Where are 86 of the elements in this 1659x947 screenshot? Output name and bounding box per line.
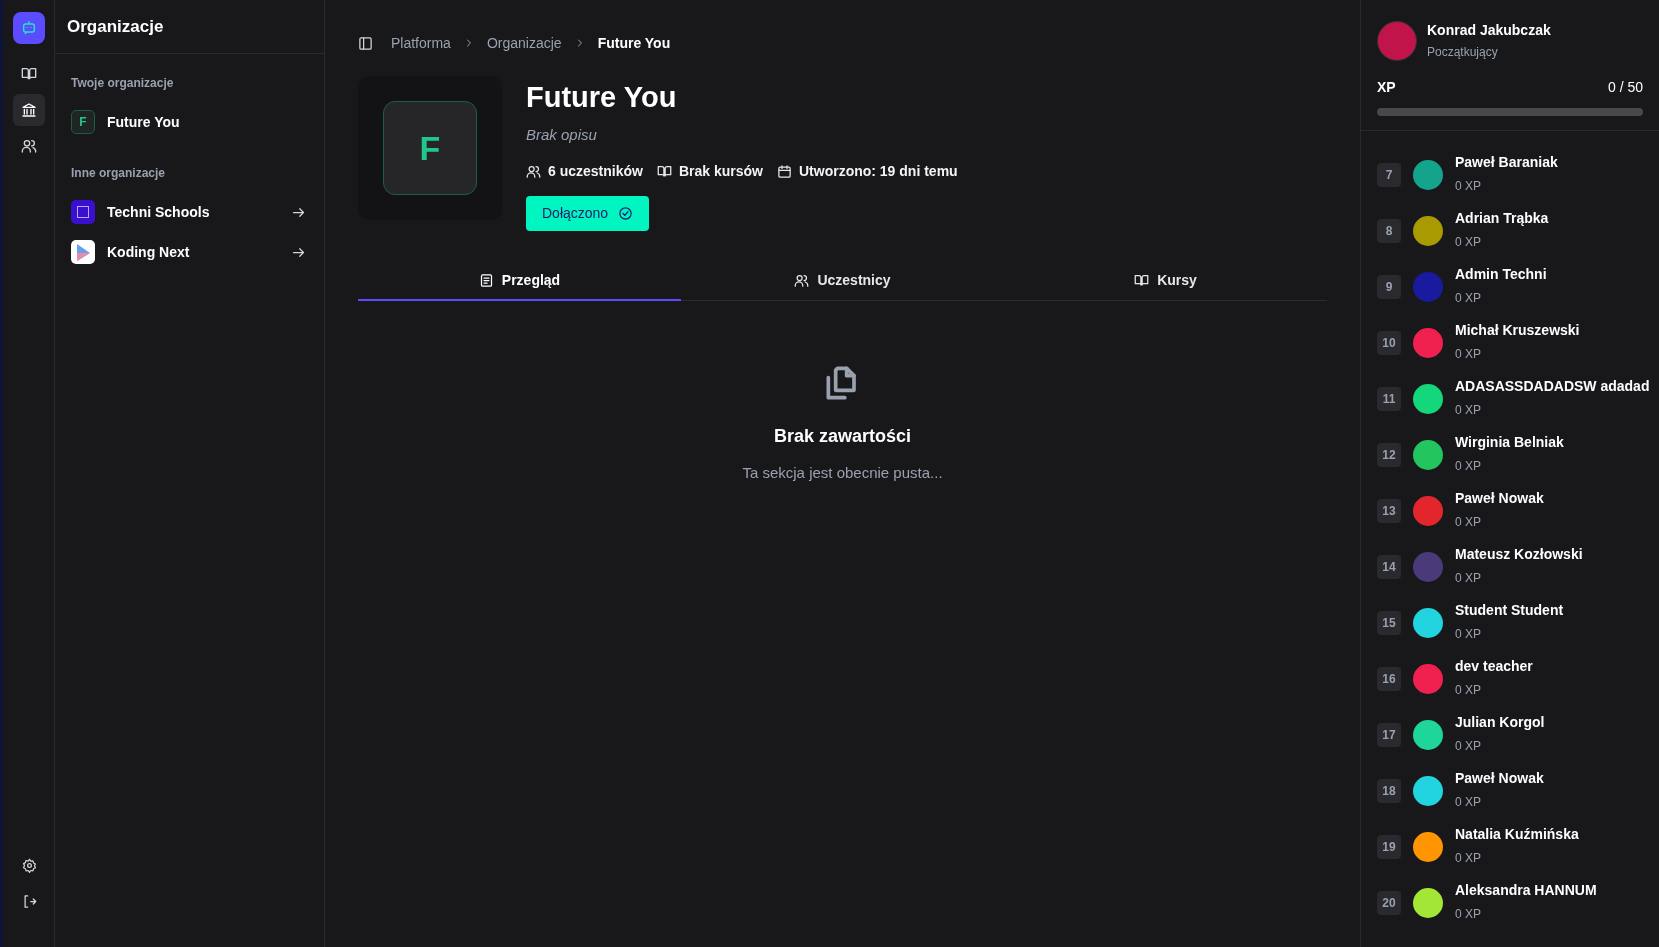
user-xp: 0 XP xyxy=(1455,177,1482,195)
calendar-icon xyxy=(776,163,792,179)
organization-stat: Utworzono: 19 dni temu xyxy=(798,161,958,181)
user-xp: 0 XP xyxy=(1455,457,1482,475)
user-name: Julian Korgol xyxy=(1455,712,1545,732)
rank-badge: 13 xyxy=(1377,499,1401,523)
logout-icon xyxy=(21,893,37,909)
user-name: Adrian Trąbka xyxy=(1455,208,1549,228)
user-xp: 0 XP xyxy=(1455,681,1482,699)
rank-badge: 10 xyxy=(1377,331,1401,355)
organization-item[interactable]: Koding Next xyxy=(71,232,308,272)
organization-description: Brak opisu xyxy=(526,125,598,145)
user-name: Aleksandra HANNUM xyxy=(1455,880,1597,900)
user-name: Konrad Jakubczak xyxy=(1427,21,1551,40)
rank-badge: 20 xyxy=(1377,891,1401,915)
rank-badge: 11 xyxy=(1377,387,1401,411)
rank-badge: 17 xyxy=(1377,723,1401,747)
empty-state-text: Ta sekcja jest obecnie pusta... xyxy=(742,462,943,483)
section-label: Inne organizacje xyxy=(71,165,167,182)
breadcrumb-link[interactable]: Platforma xyxy=(391,32,451,54)
empty-state-title: Brak zawartości xyxy=(773,424,912,448)
check-circle-icon xyxy=(618,205,634,221)
user-xp: 0 XP xyxy=(1455,345,1482,363)
breadcrumb-link[interactable]: Future You xyxy=(597,32,671,54)
nav-button[interactable] xyxy=(13,94,45,126)
tab[interactable]: Przegląd xyxy=(358,262,681,301)
rank-badge: 7 xyxy=(1377,163,1401,187)
user-name: Mateusz Kozłowski xyxy=(1455,544,1583,564)
user-xp: 0 XP xyxy=(1455,513,1482,531)
sidebar-toggle-icon xyxy=(358,35,373,51)
user-name: Student Student xyxy=(1455,600,1564,620)
user-xp: 0 XP xyxy=(1455,569,1482,587)
sidebar-title: Organizacje xyxy=(67,15,164,38)
rank-badge: 9 xyxy=(1377,275,1401,299)
user-xp: 0 XP xyxy=(1455,905,1482,923)
organization-item[interactable]: F Future You xyxy=(71,102,308,142)
rank-badge: 18 xyxy=(1377,779,1401,803)
user-name: ADASASSDADADSW adadad xyxy=(1455,376,1650,396)
xp-value: 0 / 50 xyxy=(1607,78,1643,97)
user-xp: 0 XP xyxy=(1455,849,1482,867)
organization-logo: F xyxy=(71,110,95,134)
document-icon xyxy=(478,273,494,288)
organization-logo xyxy=(71,240,95,264)
rank-badge: 16 xyxy=(1377,667,1401,691)
tab[interactable]: Uczestnicy xyxy=(681,262,1004,301)
user-name: Michał Kruszewski xyxy=(1455,320,1580,340)
organization-logo: F xyxy=(383,101,477,195)
tab[interactable]: Kursy xyxy=(1004,262,1327,301)
settings-icon xyxy=(21,857,37,873)
app-logo[interactable] xyxy=(13,12,45,44)
joined-button[interactable]: Dołączono xyxy=(526,195,650,231)
rank-badge: 14 xyxy=(1377,555,1401,579)
user-xp: 0 XP xyxy=(1455,233,1482,251)
organization-name: Future You xyxy=(526,80,678,115)
user-name: Paweł Nowak xyxy=(1455,488,1544,508)
robot-icon xyxy=(21,20,37,36)
user-xp: 0 XP xyxy=(1455,289,1482,307)
users-icon xyxy=(526,163,541,179)
user-xp: 0 XP xyxy=(1455,625,1482,643)
rank-badge: 8 xyxy=(1377,219,1401,243)
organization-stat: 6 uczestników xyxy=(548,161,643,181)
book-icon xyxy=(656,163,672,179)
user-name: Admin Techni xyxy=(1455,264,1547,284)
organization-logo xyxy=(71,200,95,224)
section-label: Twoje organizacje xyxy=(71,75,175,92)
bank-icon xyxy=(21,102,37,118)
user-name: Paweł Nowak xyxy=(1455,768,1544,788)
users-icon xyxy=(794,273,810,288)
users-icon xyxy=(21,138,37,154)
rank-badge: 19 xyxy=(1377,835,1401,859)
organization-item[interactable]: Techni Schools xyxy=(71,192,308,232)
xp-label: XP xyxy=(1377,78,1396,97)
user-xp: 0 XP xyxy=(1455,401,1482,419)
rank-badge: 15 xyxy=(1377,611,1401,635)
book-icon xyxy=(21,66,37,82)
user-xp: 0 XP xyxy=(1455,793,1482,811)
user-name: dev teacher xyxy=(1455,656,1533,676)
book-icon xyxy=(1134,273,1150,288)
user-name: Wirginia Belniak xyxy=(1455,432,1564,452)
user-name: Paweł Baraniak xyxy=(1455,152,1558,172)
rank-badge: 12 xyxy=(1377,443,1401,467)
breadcrumb-link[interactable]: Organizacje xyxy=(486,32,562,54)
user-name: Natalia Kuźmińska xyxy=(1455,824,1579,844)
user-rank: Początkujący xyxy=(1427,44,1499,61)
user-xp: 0 XP xyxy=(1455,737,1482,755)
organization-stat: Brak kursów xyxy=(678,161,763,181)
